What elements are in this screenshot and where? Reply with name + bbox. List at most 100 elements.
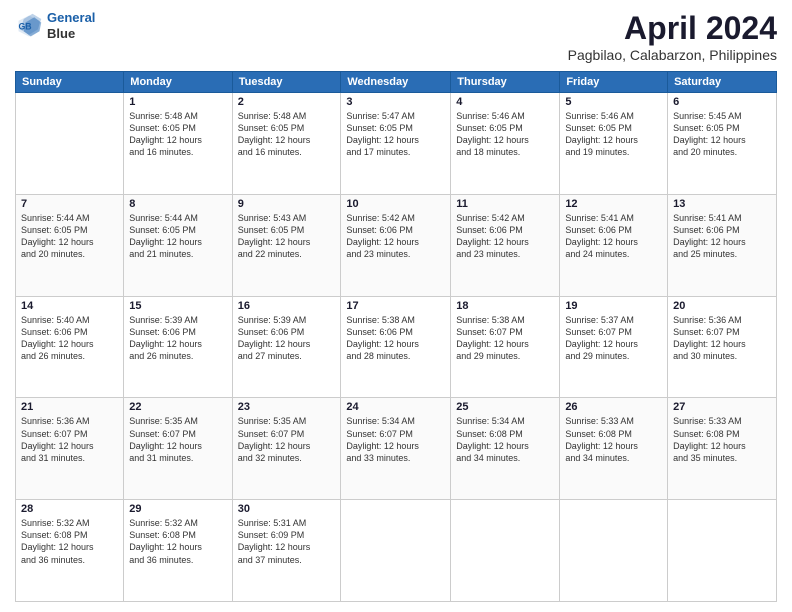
cell-date: 3 [346,96,445,108]
cell-date: 27 [673,401,771,413]
calendar-cell: 29 Sunrise: 5:32 AM Sunset: 6:08 PM Dayli… [124,500,232,602]
cell-info: Sunrise: 5:44 AM Sunset: 6:05 PM Dayligh… [129,212,226,261]
logo-line2: Blue [47,26,95,42]
cell-date: 13 [673,198,771,210]
cell-date: 26 [565,401,662,413]
cell-info: Sunrise: 5:45 AM Sunset: 6:05 PM Dayligh… [673,110,771,159]
calendar-cell: 28 Sunrise: 5:32 AM Sunset: 6:08 PM Dayli… [16,500,124,602]
calendar-cell [451,500,560,602]
calendar-cell: 4Sunrise: 5:46 AM Sunset: 6:05 PM Daylig… [451,93,560,195]
calendar-day-header: Friday [560,72,668,93]
logo: GB General Blue [15,10,95,41]
cell-info: Sunrise: 5:36 AM Sunset: 6:07 PM Dayligh… [21,415,118,464]
cell-info: Sunrise: 5:32 AM Sunset: 6:08 PM Dayligh… [21,517,118,566]
calendar-cell: 26 Sunrise: 5:33 AM Sunset: 6:08 PM Dayli… [560,398,668,500]
cell-info: Sunrise: 5:42 AM Sunset: 6:06 PM Dayligh… [346,212,445,261]
calendar-header-row: SundayMondayTuesdayWednesdayThursdayFrid… [16,72,777,93]
calendar-day-header: Sunday [16,72,124,93]
calendar-week-row: 14Sunrise: 5:40 AM Sunset: 6:06 PM Dayli… [16,296,777,398]
cell-date: 1 [129,96,226,108]
calendar-cell: 17 Sunrise: 5:38 AM Sunset: 6:06 PM Dayli… [341,296,451,398]
cell-date: 16 [238,300,336,312]
cell-info: Sunrise: 5:32 AM Sunset: 6:08 PM Dayligh… [129,517,226,566]
cell-info: Sunrise: 5:46 AM Sunset: 6:05 PM Dayligh… [456,110,554,159]
cell-date: 11 [456,198,554,210]
calendar-cell: 21 Sunrise: 5:36 AM Sunset: 6:07 PM Dayli… [16,398,124,500]
calendar-day-header: Tuesday [232,72,341,93]
calendar-cell: 30Sunrise: 5:31 AM Sunset: 6:09 PM Dayli… [232,500,341,602]
cell-date: 30 [238,503,336,515]
cell-date: 8 [129,198,226,210]
cell-info: Sunrise: 5:42 AM Sunset: 6:06 PM Dayligh… [456,212,554,261]
cell-info: Sunrise: 5:47 AM Sunset: 6:05 PM Dayligh… [346,110,445,159]
cell-info: Sunrise: 5:33 AM Sunset: 6:08 PM Dayligh… [565,415,662,464]
cell-date: 12 [565,198,662,210]
calendar-cell: 19Sunrise: 5:37 AM Sunset: 6:07 PM Dayli… [560,296,668,398]
cell-info: Sunrise: 5:33 AM Sunset: 6:08 PM Dayligh… [673,415,771,464]
calendar-cell: 6Sunrise: 5:45 AM Sunset: 6:05 PM Daylig… [668,93,777,195]
calendar-week-row: 28 Sunrise: 5:32 AM Sunset: 6:08 PM Dayli… [16,500,777,602]
calendar-cell: 27 Sunrise: 5:33 AM Sunset: 6:08 PM Dayli… [668,398,777,500]
cell-info: Sunrise: 5:35 AM Sunset: 6:07 PM Dayligh… [129,415,226,464]
calendar-cell: 3 Sunrise: 5:47 AM Sunset: 6:05 PM Daylig… [341,93,451,195]
calendar-week-row: 7 Sunrise: 5:44 AM Sunset: 6:05 PM Daylig… [16,194,777,296]
logo-line1: General [47,10,95,25]
calendar-cell: 16 Sunrise: 5:39 AM Sunset: 6:06 PM Dayli… [232,296,341,398]
calendar-cell: 25 Sunrise: 5:34 AM Sunset: 6:08 PM Dayli… [451,398,560,500]
cell-info: Sunrise: 5:36 AM Sunset: 6:07 PM Dayligh… [673,314,771,363]
cell-date: 10 [346,198,445,210]
calendar-cell: 10 Sunrise: 5:42 AM Sunset: 6:06 PM Dayli… [341,194,451,296]
title-block: April 2024 Pagbilao, Calabarzon, Philipp… [568,10,777,63]
calendar-cell: 18Sunrise: 5:38 AM Sunset: 6:07 PM Dayli… [451,296,560,398]
cell-date: 18 [456,300,554,312]
cell-info: Sunrise: 5:38 AM Sunset: 6:06 PM Dayligh… [346,314,445,363]
calendar-cell: 7 Sunrise: 5:44 AM Sunset: 6:05 PM Daylig… [16,194,124,296]
cell-date: 2 [238,96,336,108]
calendar-cell: 22 Sunrise: 5:35 AM Sunset: 6:07 PM Dayli… [124,398,232,500]
calendar-cell: 20 Sunrise: 5:36 AM Sunset: 6:07 PM Dayli… [668,296,777,398]
page: GB General Blue April 2024 Pagbilao, Cal… [0,0,792,612]
calendar-day-header: Wednesday [341,72,451,93]
calendar-cell [560,500,668,602]
calendar-cell: 5 Sunrise: 5:46 AM Sunset: 6:05 PM Daylig… [560,93,668,195]
main-title: April 2024 [568,10,777,47]
cell-info: Sunrise: 5:41 AM Sunset: 6:06 PM Dayligh… [673,212,771,261]
cell-info: Sunrise: 5:43 AM Sunset: 6:05 PM Dayligh… [238,212,336,261]
calendar-cell: 24 Sunrise: 5:34 AM Sunset: 6:07 PM Dayli… [341,398,451,500]
cell-info: Sunrise: 5:44 AM Sunset: 6:05 PM Dayligh… [21,212,118,261]
calendar-cell: 2Sunrise: 5:48 AM Sunset: 6:05 PM Daylig… [232,93,341,195]
cell-date: 22 [129,401,226,413]
cell-date: 9 [238,198,336,210]
calendar-cell [341,500,451,602]
cell-date: 28 [21,503,118,515]
calendar-cell: 13 Sunrise: 5:41 AM Sunset: 6:06 PM Dayli… [668,194,777,296]
svg-text:GB: GB [19,21,32,31]
header: GB General Blue April 2024 Pagbilao, Cal… [15,10,777,63]
calendar-cell: 12Sunrise: 5:41 AM Sunset: 6:06 PM Dayli… [560,194,668,296]
calendar-cell [16,93,124,195]
cell-date: 17 [346,300,445,312]
cell-info: Sunrise: 5:34 AM Sunset: 6:07 PM Dayligh… [346,415,445,464]
cell-date: 29 [129,503,226,515]
cell-info: Sunrise: 5:39 AM Sunset: 6:06 PM Dayligh… [238,314,336,363]
cell-date: 5 [565,96,662,108]
calendar-cell: 1 Sunrise: 5:48 AM Sunset: 6:05 PM Daylig… [124,93,232,195]
cell-info: Sunrise: 5:48 AM Sunset: 6:05 PM Dayligh… [129,110,226,159]
cell-info: Sunrise: 5:39 AM Sunset: 6:06 PM Dayligh… [129,314,226,363]
cell-date: 21 [21,401,118,413]
cell-info: Sunrise: 5:34 AM Sunset: 6:08 PM Dayligh… [456,415,554,464]
cell-date: 24 [346,401,445,413]
logo-text: General Blue [47,10,95,41]
calendar-week-row: 21 Sunrise: 5:36 AM Sunset: 6:07 PM Dayli… [16,398,777,500]
calendar-day-header: Thursday [451,72,560,93]
calendar-body: 1 Sunrise: 5:48 AM Sunset: 6:05 PM Daylig… [16,93,777,602]
calendar-cell: 11 Sunrise: 5:42 AM Sunset: 6:06 PM Dayli… [451,194,560,296]
cell-date: 7 [21,198,118,210]
cell-info: Sunrise: 5:40 AM Sunset: 6:06 PM Dayligh… [21,314,118,363]
cell-date: 20 [673,300,771,312]
calendar-cell: 15Sunrise: 5:39 AM Sunset: 6:06 PM Dayli… [124,296,232,398]
calendar-week-row: 1 Sunrise: 5:48 AM Sunset: 6:05 PM Daylig… [16,93,777,195]
cell-info: Sunrise: 5:46 AM Sunset: 6:05 PM Dayligh… [565,110,662,159]
calendar-day-header: Saturday [668,72,777,93]
cell-date: 25 [456,401,554,413]
